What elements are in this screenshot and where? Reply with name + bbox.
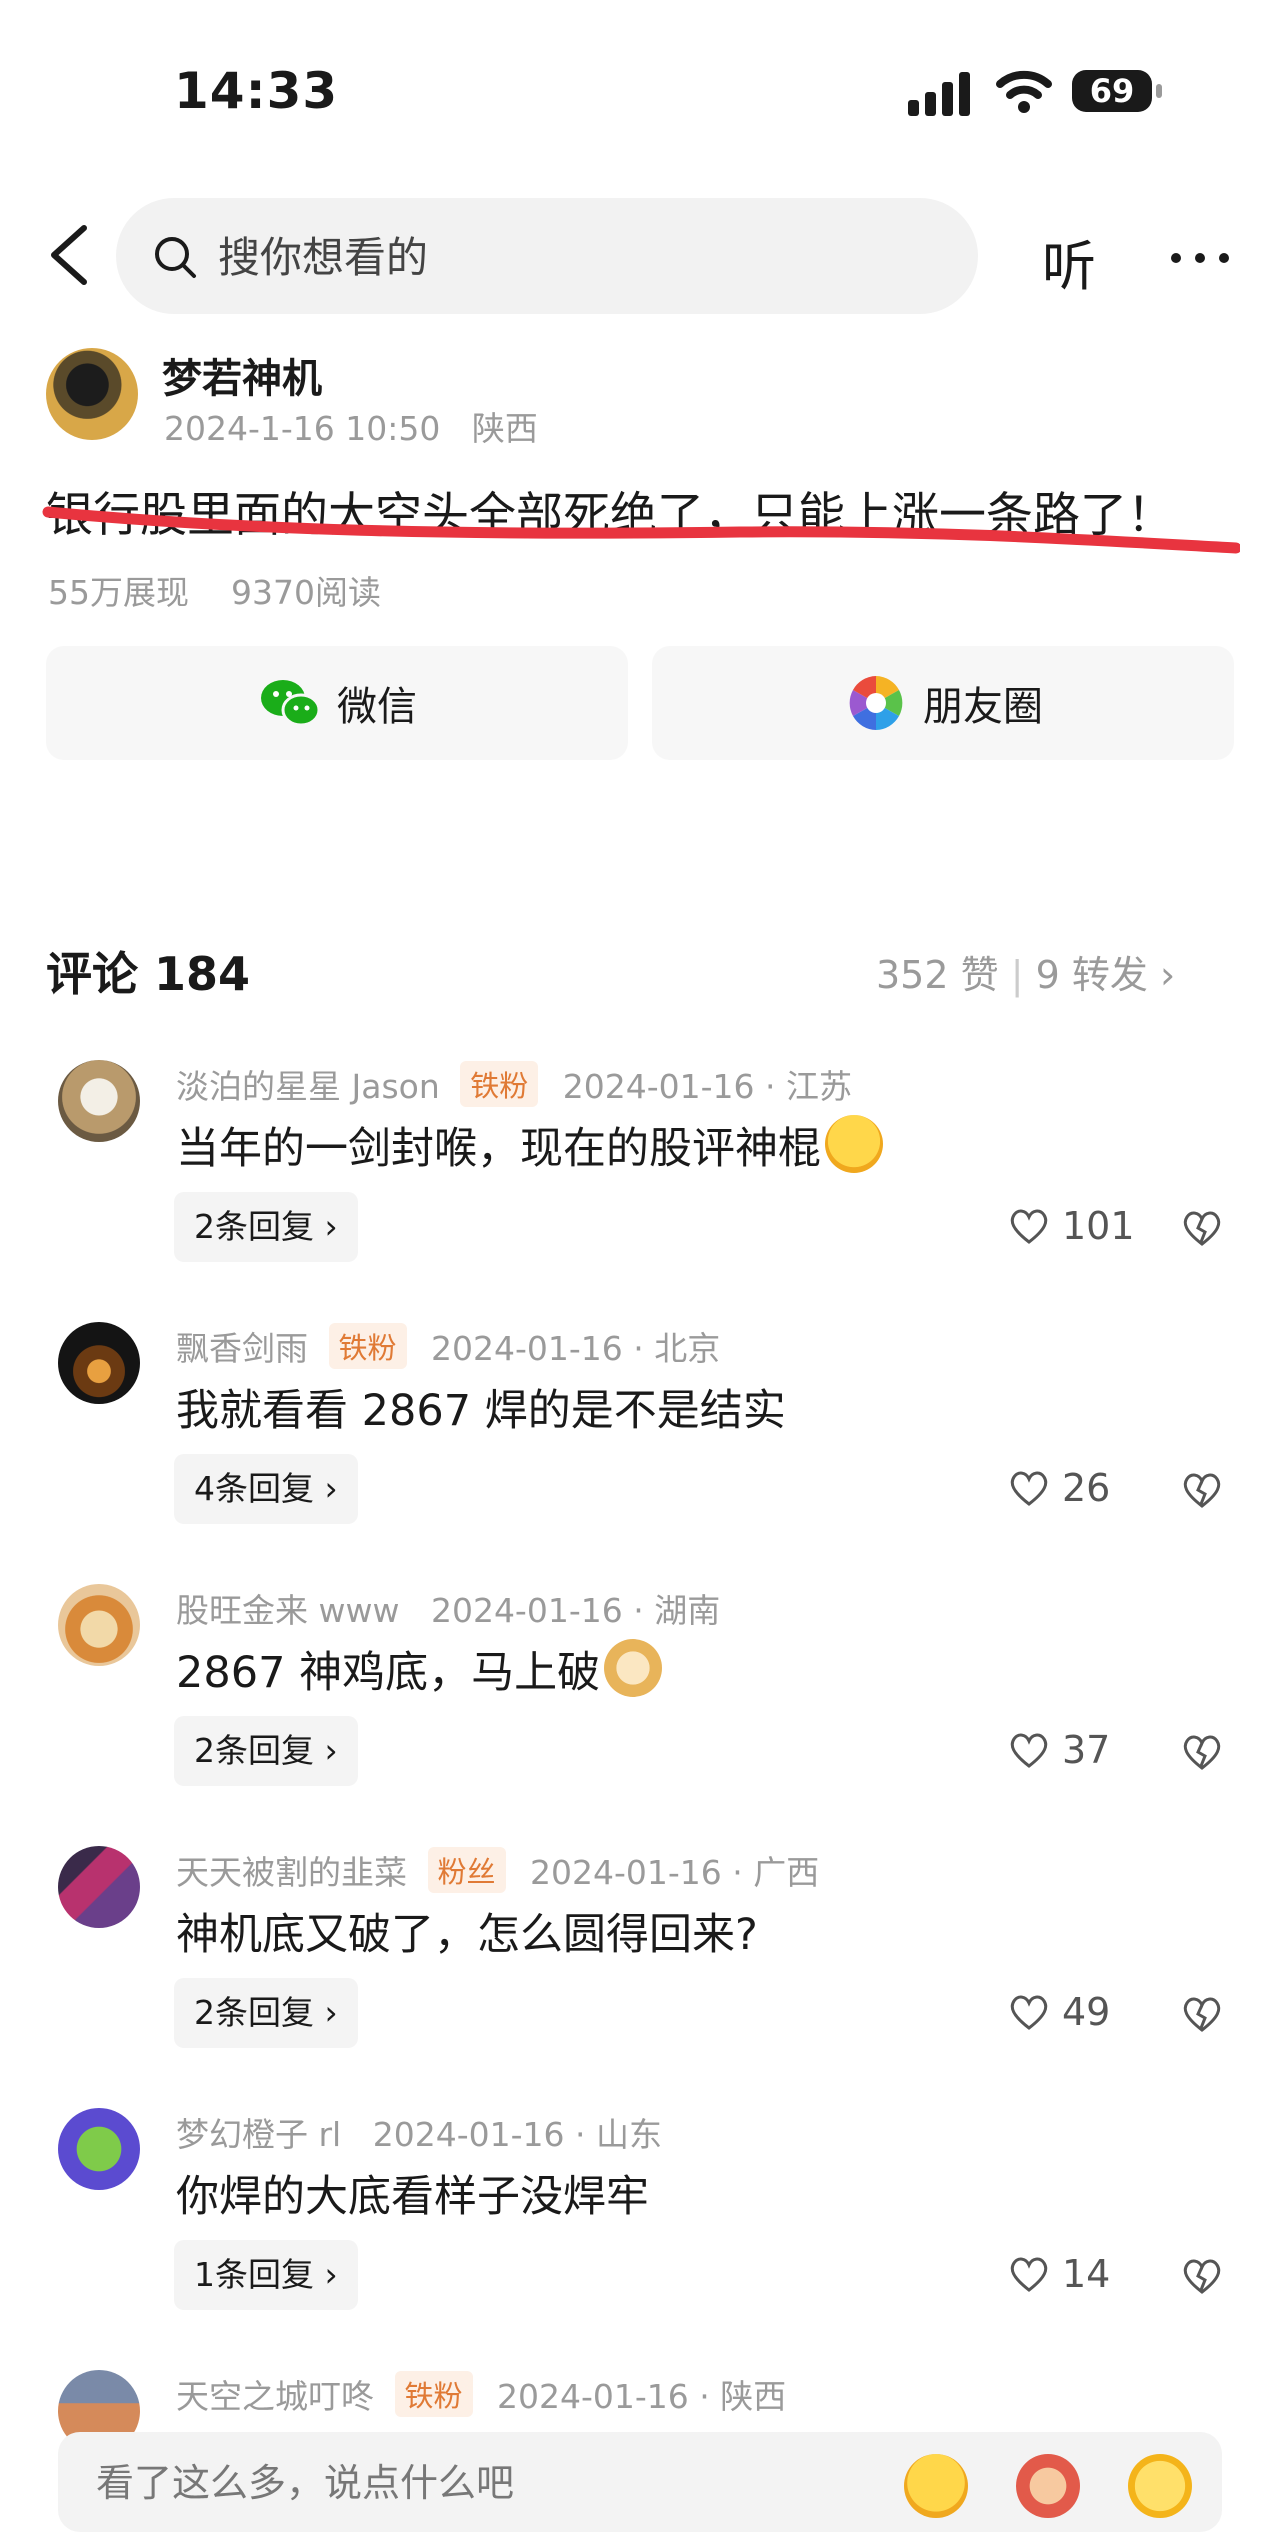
comment-input-bar[interactable] — [58, 2432, 1222, 2534]
heart-icon — [1010, 1471, 1048, 1506]
commenter-name[interactable]: 梦幻橙子 rl — [176, 2115, 341, 2154]
comment-text: 我就看看 2867 焊的是不是结实 — [176, 1386, 786, 1436]
post-stats: 55万展现 9370阅读 — [48, 566, 381, 614]
handshake-emoji-button[interactable] — [1016, 2454, 1080, 2518]
clap-emoji-button[interactable] — [1128, 2454, 1192, 2518]
post-meta: 2024-1-16 10:50 陕西 — [164, 402, 538, 450]
search-input[interactable] — [216, 198, 920, 316]
red-underline-mark — [42, 506, 1240, 554]
broken-heart-icon[interactable] — [1180, 1470, 1224, 1510]
shares-total: 9 转发 — [1035, 953, 1148, 997]
comment-text: 当年的一剑封喉，现在的股评神棍 — [176, 1114, 883, 1176]
view-replies-button[interactable]: 2条回复 › — [174, 1978, 358, 2048]
commenter-name[interactable]: 淡泊的星星 Jason — [176, 1067, 440, 1106]
commenter-name[interactable]: 飘香剑雨 — [176, 1329, 308, 1368]
comment-date: 2024-01-16 · 广西 — [530, 1853, 820, 1892]
like-button[interactable]: 26 — [1008, 1466, 1110, 1510]
comment-date: 2024-01-16 · 江苏 — [562, 1067, 853, 1106]
comment-meta: 股旺金来 www 2024-01-16 · 湖南 — [176, 1584, 720, 1632]
commenter-name[interactable]: 天天被割的韭菜 — [176, 1853, 407, 1892]
rolling-laughing-emoji — [825, 1115, 883, 1173]
like-button[interactable]: 14 — [1008, 2252, 1110, 2296]
share-wechat-label: 微信 — [337, 684, 417, 730]
comment-meta: 天空之城叮咚 铁粉 2024-01-16 · 陕西 — [176, 2370, 786, 2418]
status-time: 14:33 — [174, 62, 339, 120]
comment-text: 2867 神鸡底，马上破 — [176, 1638, 663, 1700]
like-count: 26 — [1062, 1466, 1111, 1510]
cellular-signal-icon — [908, 72, 970, 116]
like-count: 49 — [1062, 1990, 1111, 2034]
like-count: 101 — [1062, 1204, 1135, 1248]
like-count: 37 — [1062, 1728, 1111, 1772]
commenter-avatar[interactable] — [58, 1846, 140, 1928]
impressions-count: 55万展现 — [48, 573, 189, 612]
post-location: 陕西 — [471, 409, 538, 448]
comment-meta: 天天被割的韭菜 粉丝 2024-01-16 · 广西 — [176, 1846, 819, 1894]
like-button[interactable]: 101 — [1008, 1204, 1135, 1248]
comment-date: 2024-01-16 · 陕西 — [497, 2377, 787, 2416]
like-count: 14 — [1062, 2252, 1111, 2296]
doge-emoji — [604, 1639, 663, 1697]
reads-count: 9370阅读 — [230, 573, 381, 612]
commenter-name[interactable]: 天空之城叮咚 — [176, 2377, 374, 2416]
wifi-icon — [996, 70, 1052, 113]
broken-heart-icon[interactable] — [1180, 2256, 1224, 2296]
fan-badge: 粉丝 — [427, 1847, 506, 1893]
broken-heart-icon[interactable] — [1180, 1994, 1224, 2034]
search-icon — [155, 237, 196, 278]
heart-icon — [1010, 1209, 1048, 1244]
rolling-laughing-emoji-button[interactable] — [904, 2454, 968, 2518]
comment-meta: 梦幻橙子 rl 2024-01-16 · 山东 — [176, 2108, 662, 2156]
comment-text: 神机底又破了，怎么圆得回来? — [176, 1910, 758, 1960]
broken-heart-icon[interactable] — [1180, 1208, 1224, 1248]
chevron-right-icon: › — [1159, 953, 1176, 997]
view-replies-button[interactable]: 4条回复 › — [174, 1454, 358, 1524]
comment-date: 2024-01-16 · 山东 — [372, 2115, 662, 2154]
like-button[interactable]: 37 — [1008, 1728, 1110, 1772]
moments-aperture-icon — [849, 676, 903, 730]
heart-icon — [1010, 2257, 1048, 2292]
comments-title: 评论 184 — [46, 947, 251, 1001]
commenter-avatar[interactable] — [58, 1060, 140, 1142]
commenter-avatar[interactable] — [58, 2108, 140, 2190]
fan-badge: 铁粉 — [394, 2371, 473, 2417]
share-wechat-button[interactable]: 微信 — [46, 646, 628, 760]
comment-input[interactable] — [94, 2432, 898, 2534]
wechat-icon — [261, 680, 321, 727]
like-button[interactable]: 49 — [1008, 1990, 1110, 2034]
broken-heart-icon[interactable] — [1180, 1732, 1224, 1772]
author-name[interactable]: 梦若神机 — [162, 346, 322, 404]
share-moments-label: 朋友圈 — [923, 684, 1043, 730]
comment-date: 2024-01-16 · 北京 — [431, 1329, 721, 1368]
comment-text: 你焊的大底看样子没焊牢 — [176, 2172, 649, 2222]
commenter-name[interactable]: 股旺金来 www — [176, 1591, 399, 1630]
fan-badge: 铁粉 — [328, 1323, 407, 1369]
fan-badge: 铁粉 — [460, 1061, 539, 1107]
comment-date: 2024-01-16 · 湖南 — [430, 1591, 721, 1630]
share-moments-button[interactable]: 朋友圈 — [652, 646, 1234, 760]
listen-button[interactable]: 听 — [1042, 222, 1096, 301]
comment-meta: 飘香剑雨 铁粉 2024-01-16 · 北京 — [176, 1322, 720, 1370]
likes-total: 352 赞 — [876, 953, 999, 997]
battery-percent: 69 — [1089, 72, 1135, 110]
heart-icon — [1010, 1995, 1048, 2030]
view-replies-button[interactable]: 2条回复 › — [174, 1716, 358, 1786]
commenter-avatar[interactable] — [58, 1322, 140, 1404]
search-bar[interactable] — [116, 198, 978, 316]
back-arrow-icon[interactable] — [44, 222, 94, 288]
heart-icon — [1010, 1733, 1048, 1768]
comment-meta: 淡泊的星星 Jason 铁粉 2024-01-16 · 江苏 — [176, 1060, 852, 1108]
more-options-icon[interactable] — [1168, 228, 1232, 288]
author-avatar[interactable] — [46, 348, 138, 440]
view-replies-button[interactable]: 1条回复 › — [174, 2240, 358, 2310]
commenter-avatar[interactable] — [58, 1584, 140, 1666]
view-replies-button[interactable]: 2条回复 › — [174, 1192, 358, 1262]
comments-stats-link[interactable]: 352 赞 | 9 转发 › — [876, 944, 1175, 999]
battery-indicator: 69 — [1072, 70, 1162, 114]
post-date: 2024-1-16 10:50 — [164, 409, 441, 448]
